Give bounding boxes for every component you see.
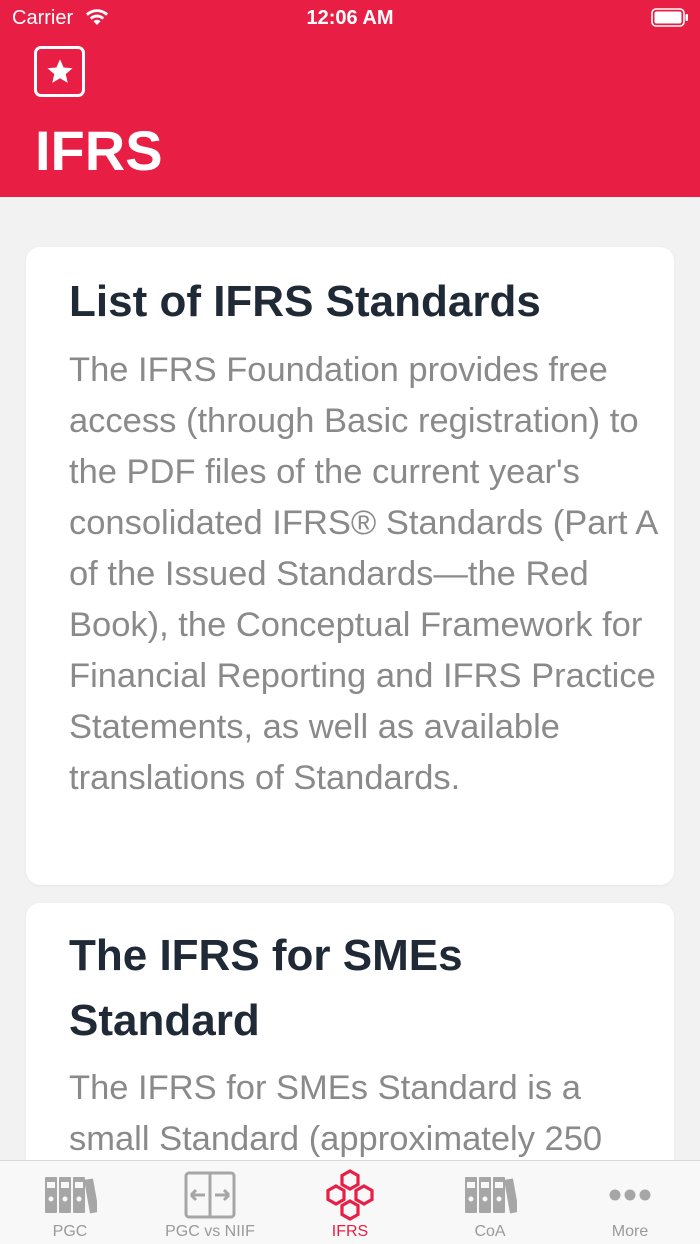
tab-coa[interactable]: CoA <box>420 1161 560 1244</box>
app-header: Carrier 12:06 AM IFRS <box>0 0 700 197</box>
card-ifrs-for-smes[interactable]: The IFRS for SMEs Standard The IFRS for … <box>26 903 674 1160</box>
status-bar: Carrier 12:06 AM <box>0 0 700 36</box>
hexagon-cluster-icon <box>322 1169 378 1221</box>
card-description: The IFRS Foundation provides free access… <box>69 351 657 797</box>
content-scroll-area[interactable]: List of IFRS Standards The IFRS Foundati… <box>0 197 700 1160</box>
tab-pgc-vs-niif[interactable]: PGC vs NIIF <box>140 1161 280 1244</box>
status-time: 12:06 AM <box>306 7 394 29</box>
battery-icon <box>651 8 688 27</box>
compare-arrows-icon <box>182 1169 238 1221</box>
tab-bar: PGC PGC vs NIIF IFRS CoA More <box>0 1160 700 1244</box>
tab-pgc[interactable]: PGC <box>0 1161 140 1244</box>
tab-more[interactable]: More <box>560 1161 700 1244</box>
tab-label: PGC vs NIIF <box>165 1223 255 1240</box>
card-title: List of IFRS Standards <box>69 277 541 326</box>
tab-label: CoA <box>474 1223 506 1240</box>
page-title: IFRS <box>35 119 163 182</box>
card-title: The IFRS for SMEs Standard <box>69 931 463 1045</box>
binders-icon <box>42 1169 98 1221</box>
card-description: The IFRS for SMEs Standard is a small St… <box>69 1069 603 1158</box>
more-dots-icon <box>602 1169 658 1221</box>
tab-ifrs[interactable]: IFRS <box>280 1161 420 1244</box>
tab-label: More <box>611 1223 649 1240</box>
card-ifrs-standards-list[interactable]: List of IFRS Standards The IFRS Foundati… <box>26 247 674 885</box>
favorites-button[interactable] <box>34 46 85 97</box>
tab-label: PGC <box>52 1223 88 1240</box>
binders-icon <box>462 1169 518 1221</box>
tab-label: IFRS <box>331 1223 369 1240</box>
star-icon <box>47 58 72 83</box>
